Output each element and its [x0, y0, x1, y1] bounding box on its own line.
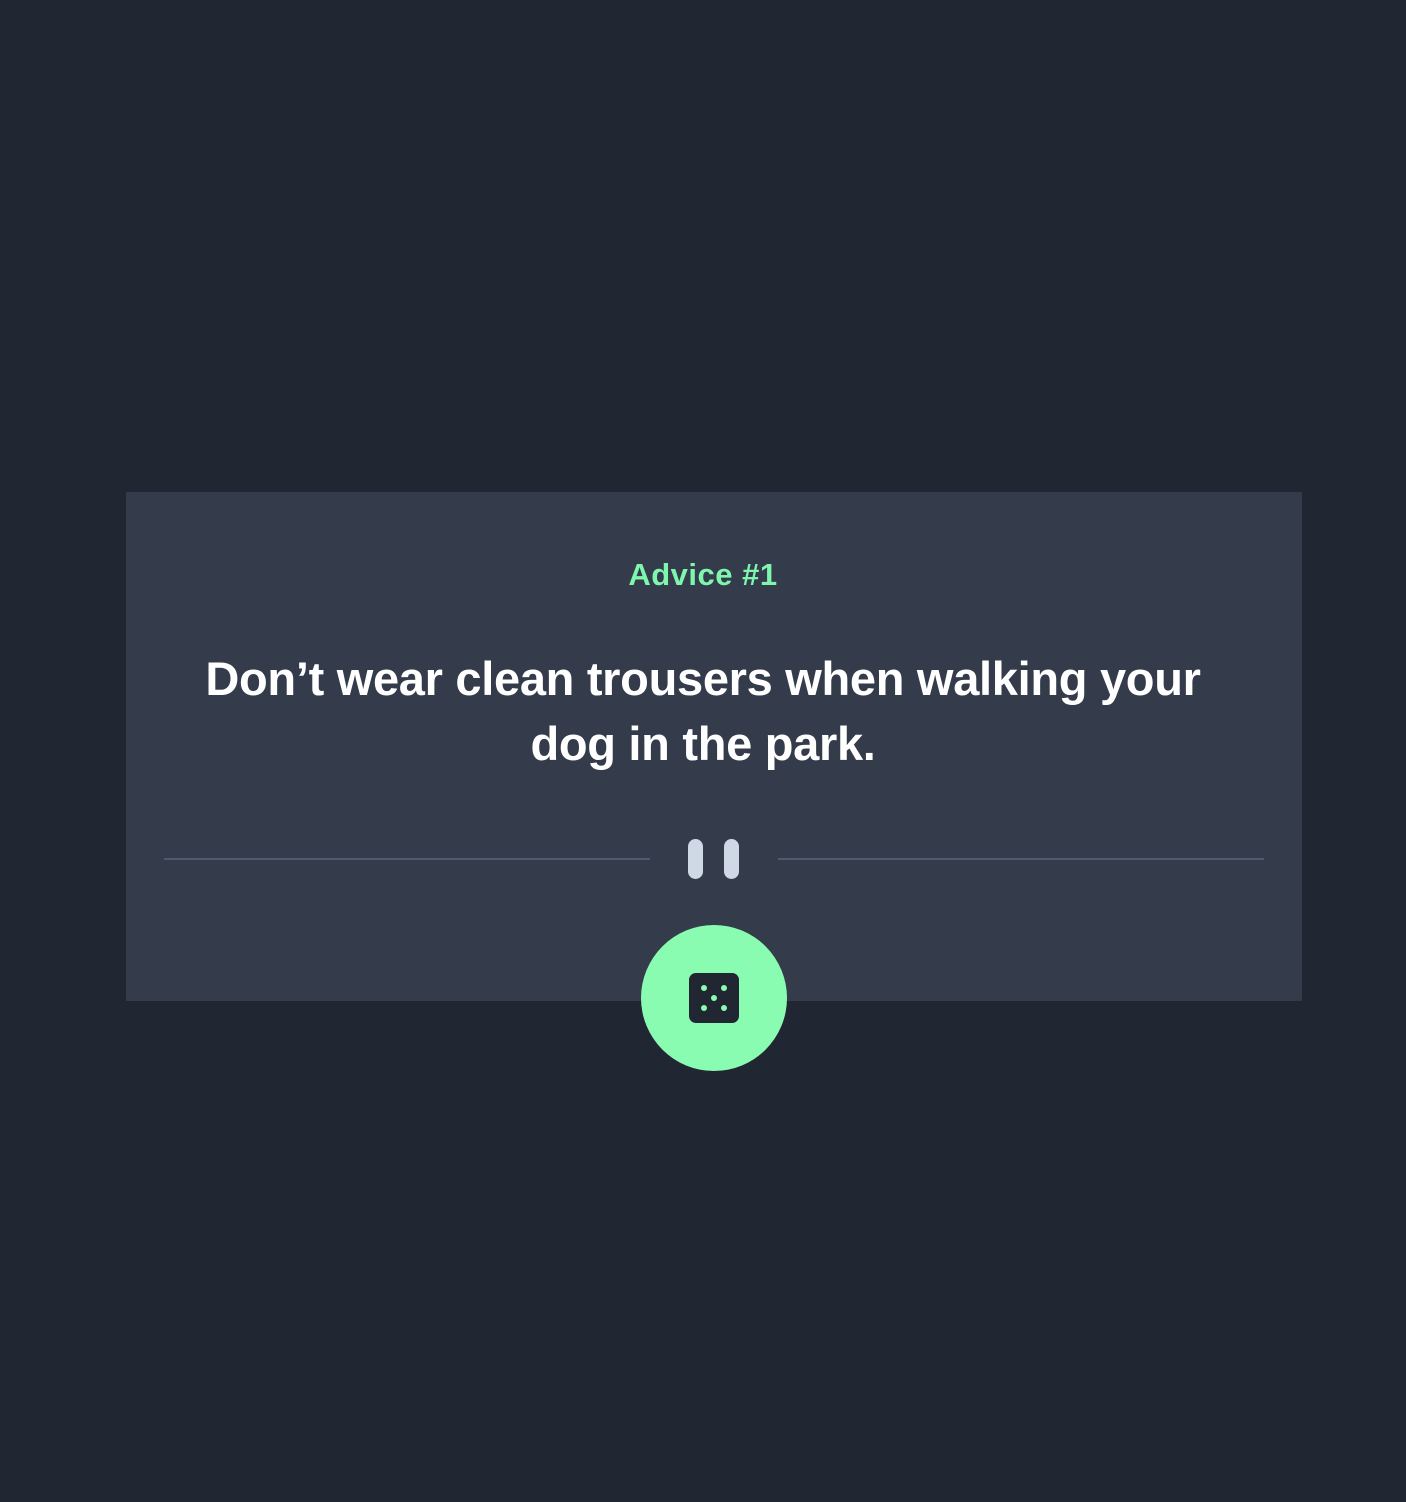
dice-icon — [689, 973, 739, 1023]
divider-line-left — [164, 858, 650, 860]
advice-quote: Don’t wear clean trousers when walking y… — [205, 652, 1201, 770]
divider-line-right — [778, 858, 1264, 860]
advice-generator-page: Advice #1 Don’t wear clean trousers when… — [0, 0, 1406, 1502]
pause-icon — [688, 839, 739, 879]
advice-id-label: Advice #1 — [628, 557, 778, 592]
generate-advice-button[interactable] — [641, 925, 787, 1071]
